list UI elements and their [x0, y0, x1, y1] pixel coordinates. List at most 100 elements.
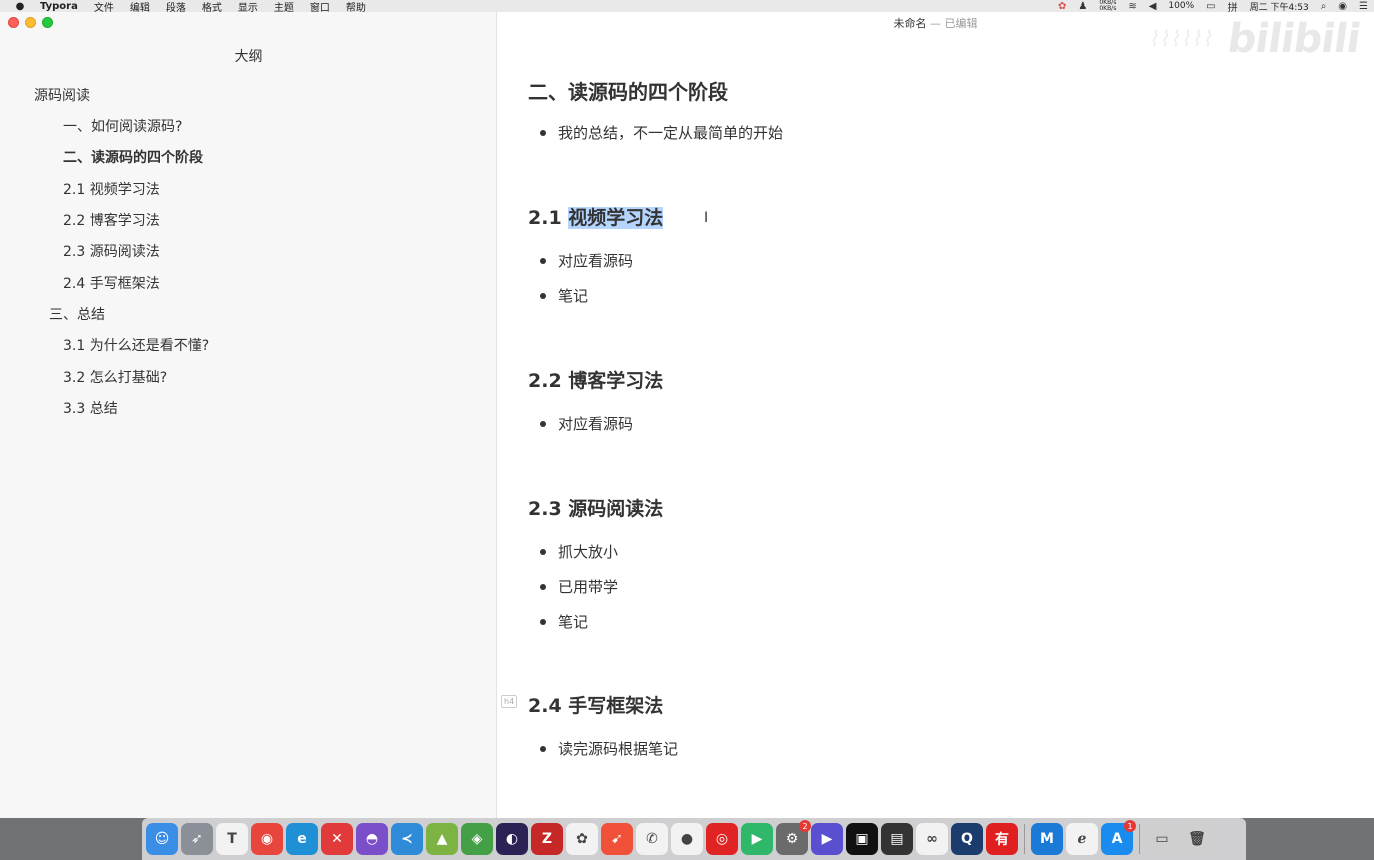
outline-item-summary[interactable]: 三、总结 — [49, 303, 105, 327]
outline-item-blog-method[interactable]: 2.2 博客学习法 — [63, 209, 160, 233]
dock-edge-beta-icon[interactable]: e — [286, 823, 318, 855]
dock-eclipse-icon[interactable]: ◐ — [496, 823, 528, 855]
volume-icon[interactable]: ◀ — [1149, 1, 1157, 12]
dock-screen-tool-icon[interactable]: ▣ — [846, 823, 878, 855]
zoom-button[interactable] — [42, 17, 53, 28]
app-menu[interactable]: Typora — [40, 1, 78, 12]
dock-photos-icon[interactable]: ✿ — [566, 823, 598, 855]
outline-item-foundation[interactable]: 3.2 怎么打基础? — [63, 366, 167, 390]
sidebar-title: 大纲 — [234, 49, 263, 65]
input-method[interactable]: 拼 — [1228, 0, 1238, 13]
wechat-glyph: ✆ — [646, 831, 658, 847]
dock-filezilla-icon[interactable]: Z — [531, 823, 563, 855]
wifi-icon[interactable]: ≋ — [1128, 1, 1136, 12]
list-item[interactable]: 笔记 — [540, 611, 588, 632]
notification-badge: 1 — [1124, 820, 1136, 832]
heading-handwrite-method[interactable]: 2.4 手写框架法 — [528, 691, 663, 718]
link-app-glyph: ∞ — [926, 831, 938, 847]
outline-item-source-method[interactable]: 2.3 源码阅读法 — [63, 240, 160, 264]
dock-video-player-icon[interactable]: ▶ — [741, 823, 773, 855]
heading-four-stages[interactable]: 二、读源码的四个阶段 — [528, 76, 728, 105]
menu-file[interactable]: 文件 — [94, 0, 114, 13]
dock-system-preferences-icon[interactable]: ⚙ 2 — [776, 820, 811, 855]
battery-percent: 100% — [1168, 1, 1195, 11]
dock-xmind-icon[interactable]: ✕ — [321, 823, 353, 855]
dock-launchpad-icon[interactable]: ➶ — [181, 823, 213, 855]
notification-center-icon[interactable]: ☰ — [1359, 1, 1368, 12]
notification-badge: 2 — [799, 820, 811, 832]
outline-item-four-stages[interactable]: 二、读源码的四个阶段 — [63, 146, 203, 170]
list-item-text: 已用带学 — [558, 578, 619, 596]
dock-trash-icon[interactable]: 🗑 — [1181, 823, 1213, 855]
dock-eudic-icon[interactable]: ℯ — [1066, 823, 1098, 855]
dock-typora-icon[interactable]: T — [216, 823, 248, 855]
list-item[interactable]: 笔记 — [540, 285, 588, 306]
apple-menu-icon[interactable]: ● — [0, 1, 40, 12]
bullet-icon — [540, 548, 546, 555]
editor-pane[interactable]: ⌇⌇⌇⌇⌇⌇ bilibili 二、读源码的四个阶段 我的总结，不一定从最简单的… — [498, 12, 1374, 818]
edge-beta-glyph: e — [297, 831, 307, 847]
siri-icon[interactable]: ◉ — [1338, 1, 1347, 12]
outline-item-handwrite-method[interactable]: 2.4 手写框架法 — [63, 272, 160, 296]
typora-window: 大纲 源码阅读 一、如何阅读源码? 二、读源码的四个阶段 2.1 视频学习法 2… — [0, 12, 1374, 818]
dock-vscode-icon[interactable]: ≺ — [391, 823, 423, 855]
person-icon[interactable]: ♟ — [1078, 1, 1087, 12]
bug-icon[interactable]: ✿ — [1058, 1, 1066, 12]
dock-link-app-icon[interactable]: ∞ — [916, 823, 948, 855]
outline-item-video-method[interactable]: 2.1 视频学习法 — [63, 178, 160, 202]
list-item[interactable]: 已用带学 — [540, 576, 618, 597]
heading-source-method[interactable]: 2.3 源码阅读法 — [528, 494, 663, 521]
menu-view[interactable]: 显示 — [238, 0, 258, 13]
menu-edit[interactable]: 编辑 — [130, 0, 150, 13]
battery-icon[interactable]: ▭ — [1206, 1, 1215, 12]
menu-theme[interactable]: 主题 — [274, 0, 294, 13]
menu-format[interactable]: 格式 — [202, 0, 222, 13]
menu-paragraph[interactable]: 段落 — [166, 0, 186, 13]
dock-netease-music-icon[interactable]: ◎ — [706, 823, 738, 855]
android-tool-glyph: ◈ — [471, 831, 483, 847]
list-item-text: 笔记 — [558, 287, 589, 305]
list-item-text: 对应看源码 — [558, 415, 634, 433]
outline-item-conclusion[interactable]: 3.3 总结 — [63, 397, 118, 421]
typora-glyph: T — [227, 831, 237, 847]
clock[interactable]: 周二 下午4:53 — [1250, 0, 1309, 13]
list-item[interactable]: 抓大放小 — [540, 541, 618, 562]
list-item[interactable]: 对应看源码 — [540, 250, 633, 271]
bullet-icon — [540, 745, 546, 752]
dock-quicktime-icon[interactable]: Q — [951, 823, 983, 855]
close-button[interactable] — [8, 17, 19, 28]
dock-qq-icon[interactable]: ● — [671, 823, 703, 855]
dock-app-store-icon[interactable]: A1 — [1101, 820, 1136, 855]
outline-item-source-reading[interactable]: 源码阅读 — [34, 84, 90, 108]
outline-item-how-to-read[interactable]: 一、如何阅读源码? — [63, 115, 182, 139]
dock-chrome-icon[interactable]: ◉ — [251, 823, 283, 855]
list-item-text: 我的总结，不一定从最简单的开始 — [558, 124, 784, 142]
chrome-glyph: ◉ — [260, 831, 274, 847]
heading-video-method[interactable]: 2.1 视频学习法 — [528, 203, 664, 230]
selected-text[interactable]: 视频学习法 — [568, 207, 664, 229]
list-item[interactable]: 读完源码根据笔记 — [540, 738, 678, 759]
dock-downloads-stack-icon[interactable]: ▭ — [1146, 823, 1178, 855]
system-preferences-glyph: ⚙ — [785, 831, 799, 847]
dock-github-icon[interactable]: ◓ — [356, 823, 388, 855]
menu-help[interactable]: 帮助 — [346, 0, 366, 13]
dock-mweb-icon[interactable]: M — [1031, 823, 1063, 855]
dock-android-tool-icon[interactable]: ◈ — [461, 823, 493, 855]
bullet-icon — [540, 292, 546, 299]
eudic-glyph: ℯ — [1077, 831, 1087, 847]
bullet-icon — [540, 618, 546, 625]
dock-clapper-icon[interactable]: ▤ — [881, 823, 913, 855]
dock-youdao-icon[interactable]: 有 — [986, 823, 1018, 855]
outline-item-why-not-understand[interactable]: 3.1 为什么还是看不懂? — [63, 334, 209, 358]
list-item[interactable]: 对应看源码 — [540, 413, 633, 434]
dock-android-studio-icon[interactable]: ▲ — [426, 823, 458, 855]
dock-final-cut-icon[interactable]: ▶ — [811, 823, 843, 855]
dock-wechat-icon[interactable]: ✆ — [636, 823, 668, 855]
minimize-button[interactable] — [25, 17, 36, 28]
menu-window[interactable]: 窗口 — [310, 0, 330, 13]
spotlight-icon[interactable]: ⌕ — [1321, 1, 1327, 12]
list-item[interactable]: 我的总结，不一定从最简单的开始 — [540, 122, 783, 143]
dock-finder-icon[interactable]: ☺ — [146, 823, 178, 855]
dock-swift-icon[interactable]: ➹ — [601, 823, 633, 855]
heading-blog-method[interactable]: 2.2 博客学习法 — [528, 366, 663, 393]
